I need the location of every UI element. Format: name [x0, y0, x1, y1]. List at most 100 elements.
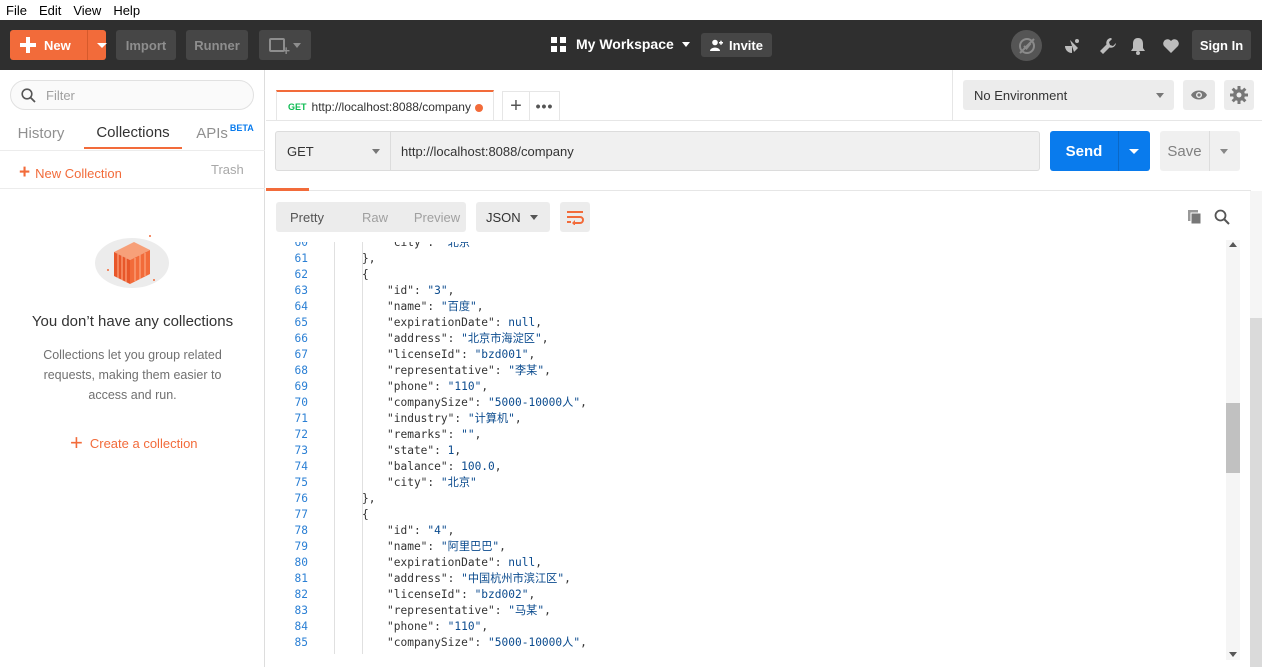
code-line: 64 "name": "百度", [266, 299, 1226, 315]
add-tab-button[interactable]: + [502, 91, 530, 121]
wrench-icon[interactable] [1099, 37, 1117, 55]
trash-link[interactable]: Trash [211, 162, 244, 177]
menu-view[interactable]: View [73, 3, 101, 18]
empty-state-description: Collections let you group related reques… [43, 348, 222, 402]
sign-in-button[interactable]: Sign In [1192, 30, 1251, 60]
method-select[interactable]: GET [275, 131, 391, 171]
tab-history[interactable]: History [12, 118, 70, 149]
code-text: }, [362, 252, 376, 265]
code-line: 85 "companySize": "5000-10000人", [266, 635, 1226, 651]
environment-quick-look-button[interactable] [1183, 80, 1215, 110]
runner-button[interactable]: Runner [186, 30, 248, 60]
more-tabs-button[interactable]: ••• [530, 91, 560, 121]
divider [266, 120, 1262, 121]
code-text: }, [362, 492, 376, 505]
code-line: 75 "city": "北京" [266, 475, 1226, 491]
code-line: 73 "state": 1, [266, 443, 1226, 459]
scroll-down-arrow-icon[interactable] [1229, 652, 1237, 657]
search-icon[interactable] [1214, 209, 1230, 228]
sidebar-tabs: History Collections APIs BETA [0, 118, 265, 150]
code-line: 65 "expirationDate": null, [266, 315, 1226, 331]
create-collection-label: Create a collection [89, 435, 198, 451]
code-line: 72 "remarks": "", [266, 427, 1226, 443]
manage-environments-button[interactable] [1224, 80, 1254, 110]
tab-apis-label: APIs [196, 125, 228, 142]
copy-icon[interactable] [1187, 209, 1203, 228]
view-raw-button[interactable]: Raw [342, 202, 408, 232]
code-text: "phone": "110", [387, 620, 489, 633]
code-line: 81 "address": "中国杭州市滨江区", [266, 571, 1226, 587]
invite-button[interactable]: Invite [701, 33, 772, 57]
line-number: 77 [294, 508, 308, 521]
panel-scrollbar[interactable] [1250, 191, 1262, 667]
code-line: 76}, [266, 491, 1226, 507]
line-number: 76 [294, 492, 308, 505]
divider [0, 150, 265, 151]
import-button[interactable]: Import [116, 30, 176, 60]
code-line: 61}, [266, 251, 1226, 267]
code-line: 69 "phone": "110", [266, 379, 1226, 395]
open-new-window-button[interactable] [259, 30, 311, 60]
view-preview-button[interactable]: Preview [408, 202, 466, 232]
send-options-caret-icon[interactable] [1129, 149, 1139, 154]
scroll-up-arrow-icon[interactable] [1229, 242, 1237, 247]
plus-icon: + [70, 430, 83, 455]
line-number: 82 [294, 588, 308, 601]
line-number: 63 [294, 284, 308, 297]
workspace-switcher[interactable]: My Workspace [551, 36, 690, 52]
line-number: 75 [294, 476, 308, 489]
line-number: 80 [294, 556, 308, 569]
save-options-caret-icon[interactable] [1220, 149, 1228, 154]
code-text: "city": "北京" [387, 476, 477, 489]
code-line: 66 "address": "北京市海淀区", [266, 331, 1226, 347]
scrollbar-thumb[interactable] [1226, 403, 1240, 473]
request-tab[interactable]: GET http://localhost:8088/company [276, 90, 494, 121]
save-button[interactable]: Save [1160, 131, 1240, 171]
line-number: 81 [294, 572, 308, 585]
code-text: "licenseId": "bzd001", [387, 348, 536, 361]
satellite-icon[interactable] [1063, 37, 1081, 55]
code-text: "state": 1, [387, 444, 462, 457]
code-line: 68 "representative": "李某", [266, 363, 1226, 379]
bell-icon[interactable] [1129, 37, 1147, 55]
menu-bar: File Edit View Help [0, 0, 1262, 20]
response-body[interactable]: 60 "city": "北京" 61}, 62{63 "id": "3", 64 "name… [266, 242, 1226, 654]
code-line: 63 "id": "3", [266, 283, 1226, 299]
wrap-lines-button[interactable] [560, 202, 590, 232]
new-collection-button[interactable]: + New Collection [19, 162, 122, 184]
url-input[interactable]: http://localhost:8088/company [391, 131, 1040, 171]
create-collection-link[interactable]: + Create a collection [70, 430, 198, 456]
heart-icon[interactable] [1162, 37, 1180, 55]
filter-input[interactable]: Filter [10, 80, 254, 110]
new-dropdown-caret-icon[interactable] [97, 43, 107, 48]
code-text: "name": "阿里巴巴", [387, 540, 506, 553]
line-number: 62 [294, 268, 308, 281]
environment-select[interactable]: No Environment [963, 80, 1174, 110]
send-divider [1118, 131, 1119, 171]
code-text: "representative": "李某", [387, 364, 551, 377]
code-text: "companySize": "5000-10000人", [387, 396, 587, 409]
tab-apis[interactable]: APIs BETA [192, 118, 258, 149]
code-text: "city": "北京" [387, 242, 477, 249]
code-line: 74 "balance": 100.0, [266, 459, 1226, 475]
search-icon [21, 87, 36, 103]
save-label: Save [1167, 142, 1202, 160]
menu-edit[interactable]: Edit [39, 3, 61, 18]
chevron-down-icon [293, 42, 301, 48]
code-line: 83 "representative": "马某", [266, 603, 1226, 619]
new-button-label: New [44, 37, 71, 53]
send-button[interactable]: Send [1050, 131, 1150, 171]
response-scrollbar[interactable] [1226, 240, 1240, 660]
menu-file[interactable]: File [6, 3, 27, 18]
menu-help[interactable]: Help [113, 3, 140, 18]
tab-collections[interactable]: Collections [84, 118, 182, 149]
code-text: { [362, 268, 369, 281]
code-text: "expirationDate": null, [387, 556, 542, 569]
new-button[interactable]: New [10, 30, 107, 60]
new-collection-label: New Collection [35, 165, 122, 181]
scrollbar-thumb[interactable] [1250, 318, 1262, 667]
new-window-icon [269, 38, 290, 58]
view-pretty-button[interactable]: Pretty [276, 202, 338, 232]
format-select[interactable]: JSON [476, 202, 550, 232]
sync-off-icon[interactable] [1011, 30, 1042, 61]
